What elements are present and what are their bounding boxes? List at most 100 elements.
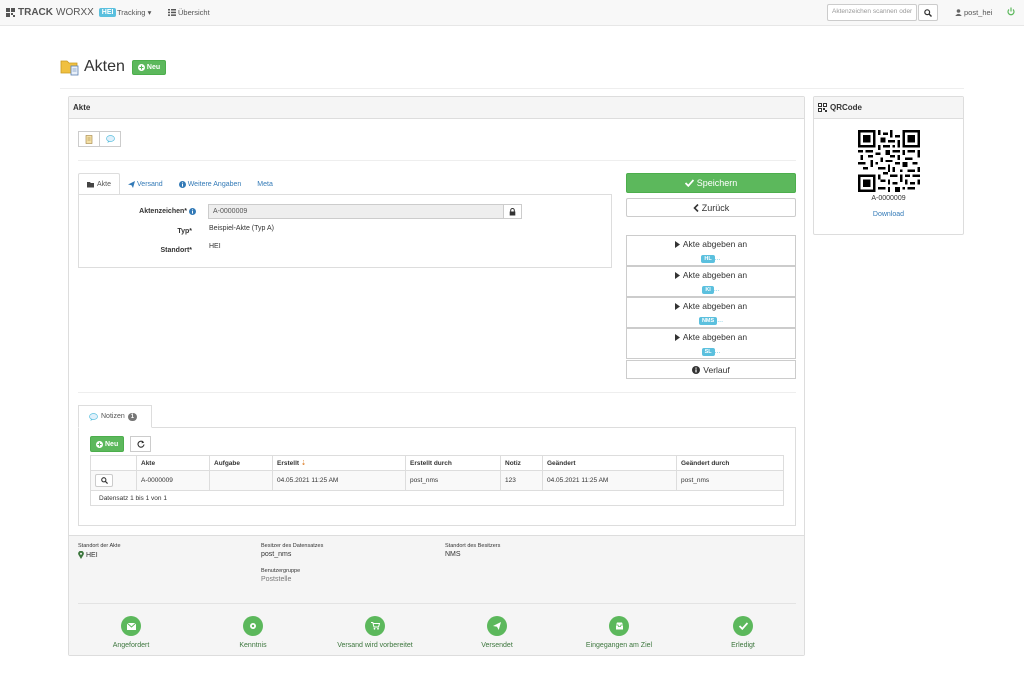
brand-badge: HEI xyxy=(98,8,117,17)
step-label: Kenntnis xyxy=(239,642,267,649)
handover-label: Akte abgeben an xyxy=(682,239,748,249)
handover-target: HL... xyxy=(701,252,721,263)
new-note-button[interactable]: Neu xyxy=(90,436,125,452)
tab-notizen[interactable]: Notizen 1 xyxy=(78,405,152,428)
caret-right-icon xyxy=(674,333,680,341)
benutzergruppe-label: Benutzergruppe xyxy=(261,568,301,574)
chevron-left-icon xyxy=(693,203,699,212)
typ-value: Beispiel-Akte (Typ A) xyxy=(209,225,274,232)
tab-weitere-angaben-label: Weitere Angaben xyxy=(187,180,242,188)
handover-dots: ... xyxy=(714,255,721,262)
search-input[interactable]: Aktenzeichen scannen oder xyxy=(827,4,917,21)
cell-akte: A-0000009 xyxy=(136,470,210,491)
refresh-icon xyxy=(137,440,145,448)
check-icon xyxy=(684,179,694,187)
handover-dots: ... xyxy=(713,286,720,293)
comment-icon xyxy=(105,135,115,143)
info-circle-icon xyxy=(178,180,186,188)
info-circle-icon[interactable] xyxy=(189,208,196,215)
column-header-akte[interactable]: Akte xyxy=(136,455,210,471)
handover-nms-button[interactable]: Akte abgeben an NMS... xyxy=(626,297,796,328)
brand-bold: TRACK xyxy=(18,7,53,18)
tab-versand[interactable]: Versand xyxy=(120,173,171,195)
back-button[interactable]: Zurück xyxy=(626,198,796,217)
aktenzeichen-field[interactable]: A-0000009 xyxy=(208,204,504,219)
document-button[interactable] xyxy=(78,131,100,147)
step-label: Angefordert xyxy=(112,642,150,649)
comment-button[interactable] xyxy=(99,131,121,147)
gear-icon xyxy=(243,616,263,636)
save-button[interactable]: Speichern xyxy=(626,173,796,193)
new-note-label: Neu xyxy=(105,440,119,448)
refresh-button[interactable] xyxy=(130,436,151,452)
envelope-icon xyxy=(121,616,141,636)
aktenzeichen-label-group: Aktenzeichen* xyxy=(110,208,196,215)
download-link[interactable]: Download xyxy=(813,211,964,218)
handover-label: Akte abgeben an xyxy=(682,332,748,342)
caret-down-icon: ▾ xyxy=(147,8,152,17)
table-row[interactable]: A-0000009 04.05.2021 11:25 AM post_nms 1… xyxy=(90,470,784,491)
column-header-geaendert-durch[interactable]: Geändert durch xyxy=(676,455,784,471)
besitzer-label: Besitzer des Datensatzes xyxy=(261,543,324,549)
brand[interactable]: TRACK WORXX HEI xyxy=(6,7,117,18)
view-note-button[interactable] xyxy=(95,474,113,487)
tab-weitere-angaben[interactable]: Weitere Angaben xyxy=(171,173,250,195)
user-menu[interactable]: post_hei xyxy=(955,8,992,17)
lock-icon xyxy=(509,207,516,215)
send-icon xyxy=(128,180,136,188)
column-header-notiz[interactable]: Notiz xyxy=(500,455,543,471)
nav-overview[interactable]: Übersicht xyxy=(168,8,210,17)
nav-tracking[interactable]: Tracking ▾ xyxy=(117,8,151,17)
lock-button[interactable] xyxy=(503,204,522,219)
besitzer-value: post_nms xyxy=(261,551,292,558)
caret-right-icon xyxy=(674,240,680,248)
notes-table: Akte Aufgabe Erstellt ⇣ Erstellt durch N… xyxy=(90,455,784,506)
caret-right-icon xyxy=(674,271,680,279)
location-badge: KI xyxy=(702,286,714,294)
column-header-erstellt-durch[interactable]: Erstellt durch xyxy=(405,455,501,471)
page-title: Akten xyxy=(84,58,125,75)
standort-der-akte-group: HEI xyxy=(78,551,98,559)
new-akte-button[interactable]: Neu xyxy=(131,59,167,75)
tab-meta[interactable]: Meta xyxy=(249,173,281,195)
standort-der-akte-label: Standort der Akte xyxy=(78,543,121,549)
qrcode-icon xyxy=(818,103,827,112)
step-versand-vorbereitet: Versand wird vorbereitet xyxy=(320,616,430,649)
handover-ki-button[interactable]: Akte abgeben an KI... xyxy=(626,266,796,297)
document-icon xyxy=(85,134,92,144)
folder-icon xyxy=(60,60,79,76)
handover-label: Akte abgeben an xyxy=(682,301,748,311)
search-icon xyxy=(100,477,108,484)
cell-erstellt: 04.05.2021 11:25 AM xyxy=(272,470,406,491)
handover-line: Akte abgeben an xyxy=(674,301,748,311)
user-icon xyxy=(955,9,962,16)
info-circle-icon xyxy=(692,365,701,374)
tab-akte[interactable]: Akte xyxy=(78,173,121,195)
step-label: Versand wird vorbereitet xyxy=(337,642,413,649)
notes-tab-label: Notizen xyxy=(101,413,125,420)
handover-sl-button[interactable]: Akte abgeben an SL... xyxy=(626,328,796,359)
new-akte-label: Neu xyxy=(146,63,161,71)
history-label: Verlauf xyxy=(703,364,730,375)
divider xyxy=(78,160,796,161)
column-header-geaendert[interactable]: Geändert xyxy=(542,455,677,471)
brand-thin: WORXX xyxy=(56,7,94,18)
qr-logo-icon xyxy=(6,8,15,17)
search-button[interactable] xyxy=(918,4,938,21)
qr-code-image xyxy=(858,130,920,192)
akte-tabs: Akte Versand Weitere Angaben Meta xyxy=(78,173,281,195)
table-footer-row: Datensatz 1 bis 1 von 1 xyxy=(90,490,784,506)
folder-open-icon xyxy=(87,181,94,187)
nav-tracking-label: Tracking xyxy=(117,8,146,17)
column-header-aufgabe[interactable]: Aufgabe xyxy=(209,455,273,471)
divider xyxy=(78,603,796,604)
history-button[interactable]: Verlauf xyxy=(626,360,796,379)
qrcode-panel-heading: QRCode xyxy=(814,97,963,119)
top-navbar: TRACK WORXX HEI Tracking ▾ Übersicht Akte… xyxy=(0,0,1024,26)
plus-circle-icon xyxy=(96,440,103,448)
location-badge: NMS xyxy=(698,317,718,325)
column-header-erstellt[interactable]: Erstellt ⇣ xyxy=(272,455,406,471)
power-icon[interactable] xyxy=(1007,7,1015,18)
handover-hl-button[interactable]: Akte abgeben an HL... xyxy=(626,235,796,266)
map-marker-icon xyxy=(78,551,84,559)
